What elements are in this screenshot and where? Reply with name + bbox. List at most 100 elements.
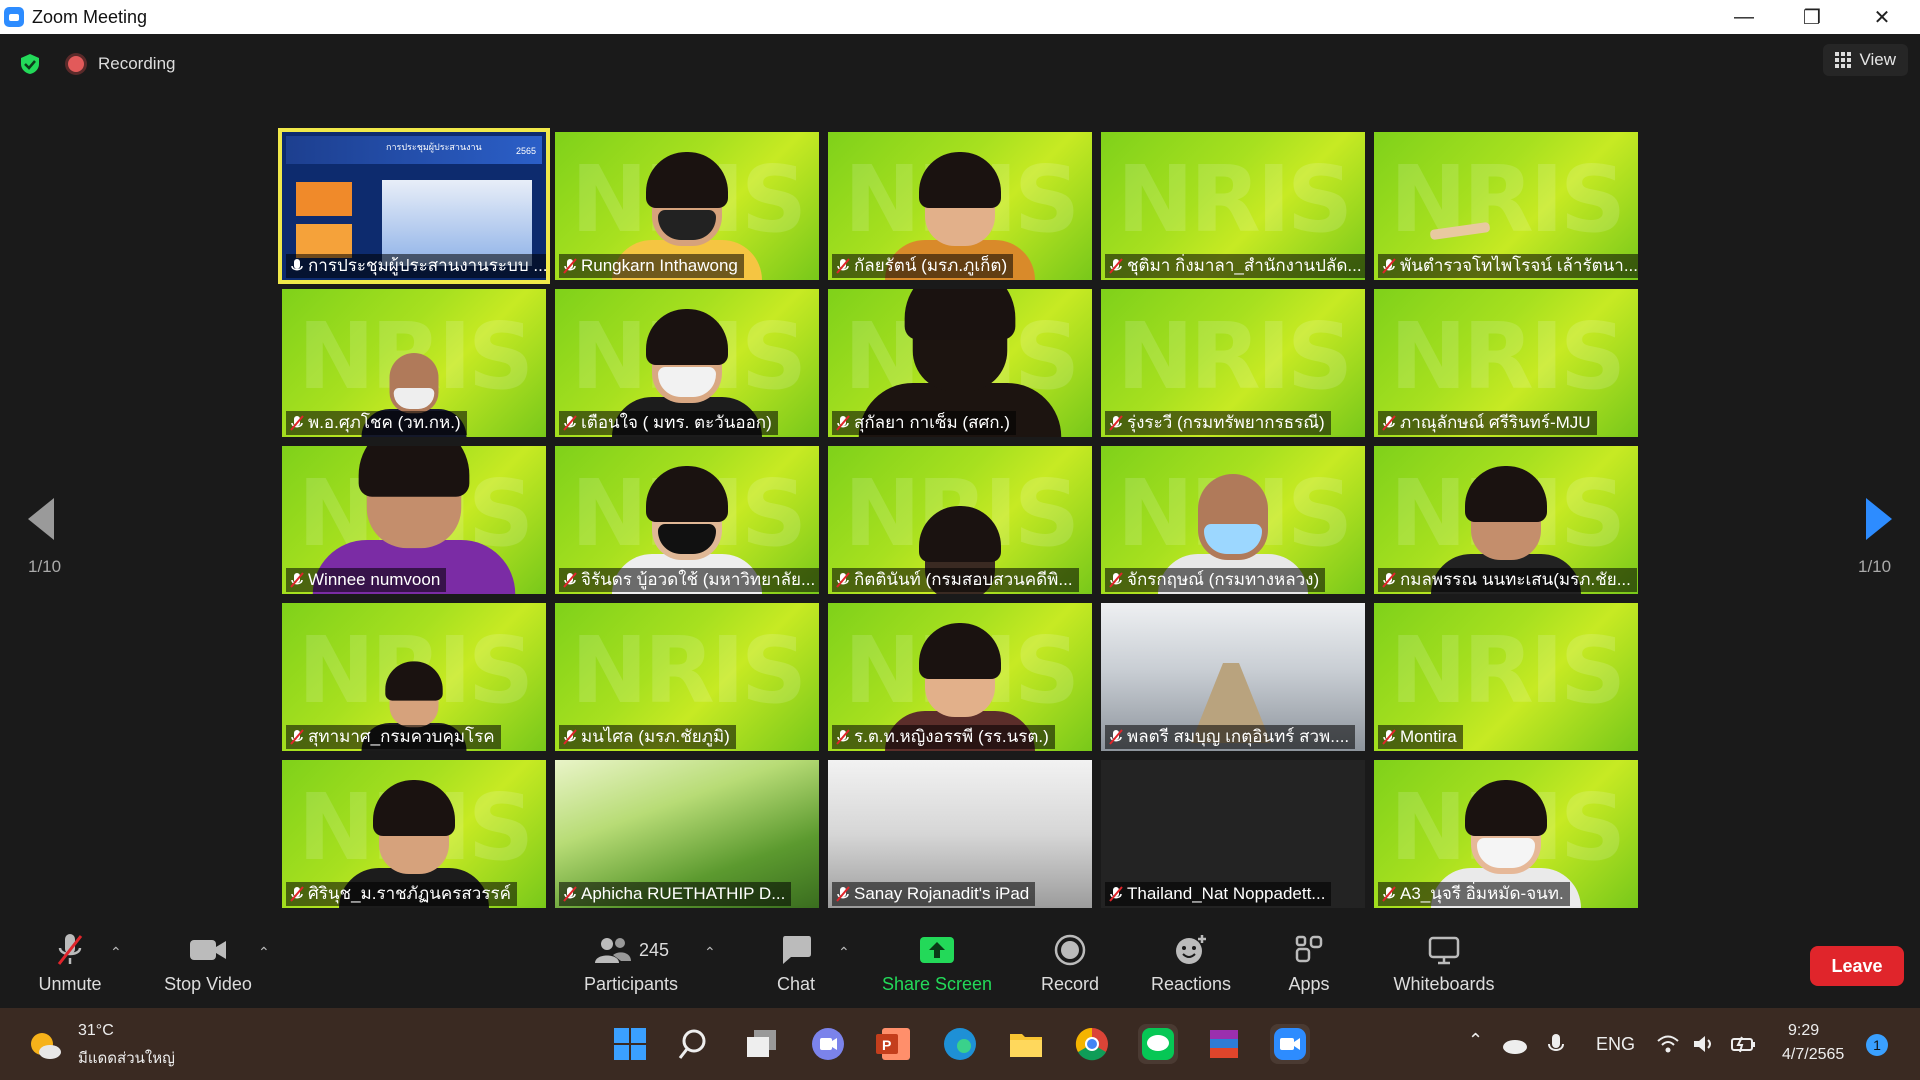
participants-button[interactable]: 245 Participants	[578, 932, 684, 995]
show-hidden-icons-chevron-icon[interactable]: ⌃	[1468, 1030, 1483, 1051]
apps-button[interactable]: Apps	[1278, 932, 1340, 995]
edge-browser-icon[interactable]	[940, 1024, 980, 1064]
share-screen-label: Share Screen	[881, 974, 993, 994]
background-watermark: NRIS	[1389, 303, 1626, 410]
video-tile[interactable]: NRISกิตตินันท์ (กรมสอบสวนคดีพิ...	[828, 446, 1092, 594]
microphone-muted-icon	[1382, 572, 1396, 588]
chat-button[interactable]: Chat	[760, 932, 832, 995]
participant-name: พลตรี สมบุญ เกตุอินทร์ สวพ....	[1127, 727, 1350, 746]
title-bar: Zoom Meeting — ❐ ✕	[0, 0, 1920, 34]
microphone-muted-icon	[836, 886, 850, 902]
participant-name-label: สุทามาศ_กรมควบคุมโรค	[286, 725, 501, 749]
microphone-tray-icon[interactable]	[1546, 1032, 1566, 1058]
participant-name-label: ศิรินุช_ม.ราชภัฏนครสวรรค์	[286, 882, 517, 906]
participant-name-label: ภาณุลักษณ์ ศรีรินทร์-MJU	[1378, 411, 1597, 435]
participant-name: รุ่งระวี (กรมทรัพยากรธรณี)	[1127, 413, 1325, 432]
unmute-button[interactable]: Unmute	[30, 932, 110, 995]
recording-label: Recording	[98, 54, 176, 73]
windows-start-icon[interactable]	[610, 1024, 650, 1064]
audio-options-caret-icon[interactable]: ⌃	[110, 944, 122, 961]
video-tile[interactable]: NRISRungkarn Inthawong	[555, 132, 819, 280]
participant-name-label: พันตำรวจโทไพโรจน์ เล้ารัตนา...	[1378, 254, 1638, 278]
video-tile[interactable]: NRIS มนไศล (มรภ.ชัยภูมิ)	[555, 603, 819, 751]
video-tile[interactable]: NRISร.ต.ท.หญิงอรรพี (รร.นรต.)	[828, 603, 1092, 751]
chrome-browser-icon[interactable]	[1072, 1024, 1112, 1064]
search-icon[interactable]	[676, 1024, 716, 1064]
line-app-icon[interactable]	[1138, 1024, 1178, 1064]
stop-video-button[interactable]: Stop Video	[158, 932, 258, 995]
previous-page-arrow-icon[interactable]	[28, 498, 54, 540]
video-tile[interactable]: NRISจิรันดร บู้อวดใช้ (มหาวิทยาลัย...	[555, 446, 819, 594]
close-button[interactable]: ✕	[1852, 0, 1912, 34]
video-tile[interactable]: NRIS ภาณุลักษณ์ ศรีรินทร์-MJU	[1374, 289, 1638, 437]
video-tile[interactable]: Aphicha RUETHATHIP D...	[555, 760, 819, 908]
battery-charging-icon[interactable]	[1730, 1034, 1756, 1054]
record-button[interactable]: Record	[1030, 932, 1110, 995]
video-options-caret-icon[interactable]: ⌃	[258, 944, 270, 961]
video-tile[interactable]: NRIS รุ่งระวี (กรมทรัพยากรธรณี)	[1101, 289, 1365, 437]
participants-options-caret-icon[interactable]: ⌃	[704, 944, 716, 961]
weather-description[interactable]: มีแดดส่วนใหญ่	[78, 1046, 175, 1070]
microphone-muted-icon	[563, 415, 577, 431]
video-tile[interactable]: NRIS Montira	[1374, 603, 1638, 751]
reactions-button[interactable]: Reactions	[1146, 932, 1236, 995]
participant-name: กัลยรัตน์ (มรภ.ภูเก็ต)	[854, 256, 1008, 275]
video-tile[interactable]: NRIS ชุติมา กิ่งมาลา_สำนักงานปลัด...	[1101, 132, 1365, 280]
speaker-volume-icon[interactable]	[1692, 1034, 1716, 1054]
powerpoint-icon[interactable]: P	[874, 1024, 914, 1064]
restore-button[interactable]: ❐	[1782, 0, 1842, 34]
participant-name-label: การประชุมผู้ประสานงานระบบ ...	[286, 254, 546, 278]
video-tile[interactable]: Sanay Rojanadit's iPad	[828, 760, 1092, 908]
task-view-icon[interactable]	[742, 1024, 782, 1064]
microphone-muted-icon	[1382, 886, 1396, 902]
whiteboards-button[interactable]: Whiteboards	[1386, 932, 1502, 995]
minimize-button[interactable]: —	[1714, 0, 1774, 34]
video-tile[interactable]: NRISเตือนใจ ( มทร. ตะวันออก)	[555, 289, 819, 437]
participant-name: Winnee numvoon	[308, 570, 441, 589]
participant-name-label: มนไศล (มรภ.ชัยภูมิ)	[559, 725, 736, 749]
view-button[interactable]: View	[1823, 44, 1908, 76]
participant-name: กิตตินันท์ (กรมสอบสวนคดีพิ...	[854, 570, 1073, 589]
video-tile[interactable]: NRISพ.อ.ศุภโชค (วท.กห.)	[282, 289, 546, 437]
participants-label: Participants	[583, 974, 679, 994]
next-page-arrow-icon[interactable]	[1866, 498, 1892, 540]
language-indicator[interactable]: ENG	[1596, 1034, 1635, 1055]
video-tile[interactable]: Thailand_Nat Noppadett...	[1101, 760, 1365, 908]
presentation-year: 2565	[515, 146, 536, 156]
background-watermark: NRIS	[1116, 303, 1353, 410]
leave-button[interactable]: Leave	[1810, 946, 1904, 986]
video-tile[interactable]: NRISWinnee numvoon	[282, 446, 546, 594]
video-tile[interactable]: NRISกัลยรัตน์ (มรภ.ภูเก็ต)	[828, 132, 1092, 280]
onedrive-cloud-icon[interactable]	[1500, 1036, 1528, 1054]
participant-name: สุกัลยา กาเซ็ม (สศก.)	[854, 413, 1010, 432]
video-tile[interactable]: NRIS พันตำรวจโทไพโรจน์ เล้ารัตนา...	[1374, 132, 1638, 280]
video-tile[interactable]: NRISศิรินุช_ม.ราชภัฏนครสวรรค์	[282, 760, 546, 908]
chat-options-caret-icon[interactable]: ⌃	[838, 944, 850, 961]
clock-time[interactable]: 9:29	[1788, 1022, 1819, 1040]
clock-date[interactable]: 4/7/2565	[1782, 1046, 1844, 1064]
video-tile[interactable]: NRISสุกัลยา กาเซ็ม (สศก.)	[828, 289, 1092, 437]
grid-icon	[1835, 52, 1852, 68]
notification-badge[interactable]: 1	[1866, 1034, 1888, 1056]
video-tile[interactable]: NRISA3_นุจรี อิ่มหมัด-จนท.	[1374, 760, 1638, 908]
share-screen-icon	[920, 937, 954, 963]
teams-chat-icon[interactable]	[808, 1024, 848, 1064]
wifi-icon[interactable]	[1656, 1034, 1680, 1054]
participant-name-label: กิตตินันท์ (กรมสอบสวนคดีพิ...	[832, 568, 1079, 592]
weather-temperature[interactable]: 31°C	[78, 1022, 114, 1040]
winrar-icon[interactable]	[1204, 1024, 1244, 1064]
video-tile[interactable]: NRISกมลพรรณ นนทะเสน(มรภ.ชัย...	[1374, 446, 1638, 594]
video-tile[interactable]: NRISจักรกฤษณ์ (กรมทางหลวง)	[1101, 446, 1365, 594]
participant-name-label: จิรันดร บู้อวดใช้ (มหาวิทยาลัย...	[559, 568, 819, 592]
svg-text:P: P	[882, 1037, 891, 1053]
video-tile[interactable]: NRISสุทามาศ_กรมควบคุมโรค	[282, 603, 546, 751]
zoom-taskbar-icon[interactable]	[1270, 1024, 1310, 1064]
shield-icon[interactable]	[18, 52, 42, 76]
file-explorer-icon[interactable]	[1006, 1024, 1046, 1064]
video-tile[interactable]: NRISการประชุมผู้ประสานงาน2565การประชุมผู…	[278, 128, 550, 284]
microphone-muted-icon	[1109, 258, 1123, 274]
participant-name-label: ชุติมา กิ่งมาลา_สำนักงานปลัด...	[1105, 254, 1365, 278]
video-tile[interactable]: พลตรี สมบุญ เกตุอินทร์ สวพ....	[1101, 603, 1365, 751]
weather-sunny-cloud-icon[interactable]	[28, 1030, 62, 1060]
share-screen-button[interactable]: Share Screen	[876, 932, 998, 995]
